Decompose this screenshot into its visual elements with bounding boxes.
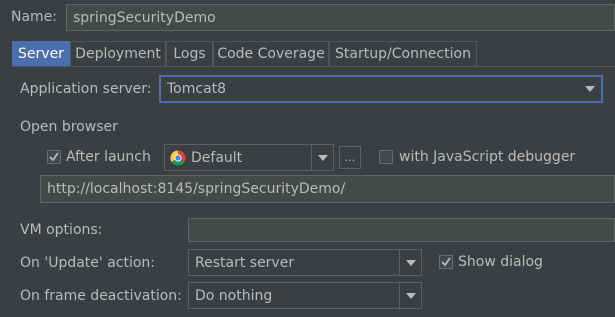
update-action-label: On 'Update' action: (20, 255, 156, 271)
tab-startup-connection[interactable]: Startup/Connection (329, 41, 477, 66)
open-browser-section-label: Open browser (20, 119, 118, 135)
show-dialog-checkbox[interactable] (439, 255, 453, 269)
chrome-icon (165, 150, 186, 166)
js-debugger-label[interactable]: with JavaScript debugger (399, 148, 575, 166)
vm-options-label: VM options: (20, 222, 103, 238)
tab-logs[interactable]: Logs (166, 41, 213, 66)
browser-url-input[interactable]: http://localhost:8145/springSecurityDemo… (40, 175, 615, 203)
update-action-value: Restart server (195, 254, 295, 271)
chevron-down-icon (579, 77, 601, 101)
show-dialog-label[interactable]: Show dialog (458, 253, 543, 271)
frame-deactivation-value: Do nothing (195, 287, 273, 304)
application-server-value: Tomcat8 (167, 81, 227, 97)
name-label: Name: (11, 9, 58, 25)
frame-deactivation-select[interactable]: Do nothing (188, 282, 422, 309)
browser-more-button[interactable]: ... (339, 146, 361, 169)
tab-code-coverage[interactable]: Code Coverage (213, 41, 329, 66)
chevron-down-icon (399, 250, 421, 275)
vm-options-input[interactable] (188, 218, 615, 242)
chevron-down-icon (311, 145, 333, 170)
checkmark-icon (441, 257, 451, 267)
chevron-down-icon (399, 283, 421, 308)
application-server-select[interactable]: Tomcat8 (159, 75, 603, 103)
js-debugger-checkbox[interactable] (379, 150, 393, 164)
after-launch-label[interactable]: After launch (66, 148, 151, 166)
name-input[interactable]: springSecurityDemo (66, 4, 615, 31)
application-server-label: Application server: (20, 81, 152, 97)
browser-value: Default (191, 149, 243, 166)
update-action-select[interactable]: Restart server (188, 249, 422, 276)
after-launch-checkbox[interactable] (47, 150, 61, 164)
checkmark-icon (49, 152, 59, 162)
tab-deployment[interactable]: Deployment (70, 41, 166, 66)
frame-deactivation-label: On frame deactivation: (20, 288, 182, 304)
browser-select[interactable]: Default (164, 144, 334, 171)
tab-server[interactable]: Server (12, 41, 70, 66)
